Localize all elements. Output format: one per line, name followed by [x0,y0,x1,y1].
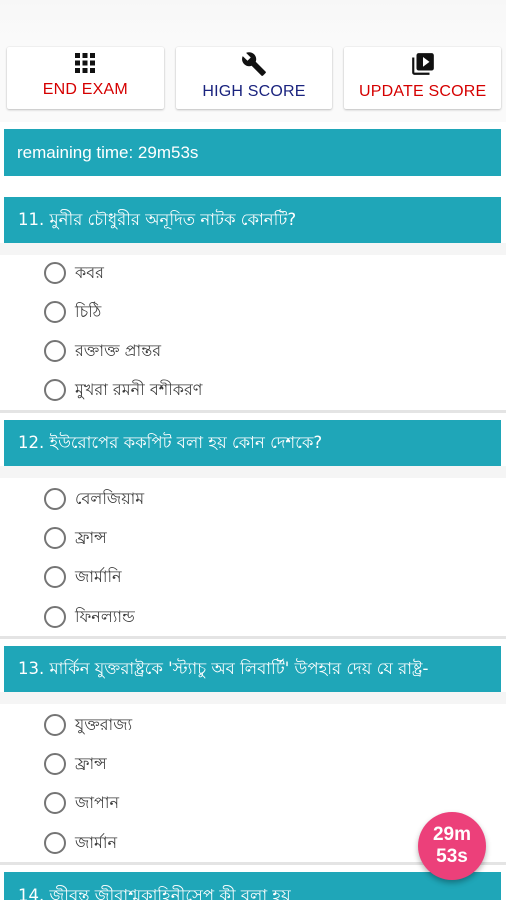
question-text: 13. মার্কিন যুক্তরাষ্ট্রকে 'স্ট্যাচু অব … [18,658,429,678]
radio-button[interactable] [44,792,66,814]
option-13-1[interactable]: যুক্তরাজ্য [44,711,132,739]
divider [0,410,506,413]
question-text: 12. ইউরোপের ককপিট বলা হয় কোন দেশকে? [18,432,323,452]
option-label: ফ্রান্স [75,527,107,547]
remaining-time-text: remaining time: 29m53s [17,142,199,162]
option-label: বেলজিয়াম [75,488,145,508]
option-label: ফ্রান্স [75,753,107,773]
question-gap [0,243,506,255]
radio-button[interactable] [44,301,66,323]
option-13-2[interactable]: ফ্রান্স [44,750,107,778]
option-11-4[interactable]: মুখরা রমনী বশীকরণ [44,376,202,404]
timer-seconds: 53s [436,846,468,867]
radio-button[interactable] [44,753,66,775]
option-label: রক্তাক্ত প্রান্তর [75,340,162,360]
toolbar: END EXAM HIGH SCORE UPDATE SCORE [7,47,502,109]
question-14: 14. জীবন্ত জীবাশ্মকাহিনীসেপ কী বলা হয় [4,872,501,900]
option-label: জার্মান [75,832,118,852]
option-11-1[interactable]: কবর [44,259,104,287]
radio-button[interactable] [44,379,66,401]
divider [0,636,506,639]
high-score-button[interactable]: HIGH SCORE [175,47,333,109]
timer-fab[interactable]: 29m 53s [418,812,486,880]
option-label: মুখরা রমনী বশীকরণ [75,379,203,399]
question-11: 11. মুনীর চৌধুরীর অনূদিত নাটক কোনটি? [4,197,501,243]
update-score-button[interactable]: UPDATE SCORE [344,47,502,109]
remaining-time-bar: remaining time: 29m53s [4,129,501,176]
wrench-icon [241,51,267,77]
radio-button[interactable] [44,527,66,549]
radio-button[interactable] [44,832,66,854]
question-text: 11. মুনীর চৌধুরীর অনূদিত নাটক কোনটি? [18,209,297,229]
question-gap [0,466,506,478]
option-12-1[interactable]: বেলজিয়াম [44,485,144,513]
option-11-2[interactable]: চিঠি [44,298,101,326]
grid-icon [73,51,97,75]
end-exam-label: END EXAM [42,81,128,98]
option-13-3[interactable]: জাপান [44,789,119,817]
option-11-3[interactable]: রক্তাক্ত প্রান্তর [44,337,161,365]
end-exam-button[interactable]: END EXAM [7,47,164,109]
radio-button[interactable] [44,566,66,588]
question-12: 12. ইউরোপের ককপিট বলা হয় কোন দেশকে? [4,420,501,466]
radio-button[interactable] [44,714,66,736]
option-label: ফিনল্যান্ড [75,606,135,626]
option-13-4[interactable]: জার্মান [44,829,117,857]
update-score-label: UPDATE SCORE [358,83,487,100]
high-score-label: HIGH SCORE [202,83,306,100]
option-12-4[interactable]: ফিনল্যান্ড [44,603,135,631]
question-13: 13. মার্কিন যুক্তরাষ্ট্রকে 'স্ট্যাচু অব … [4,646,501,692]
radio-button[interactable] [44,606,66,628]
option-label: জার্মানি [75,566,122,586]
option-label: জাপান [75,792,120,812]
option-label: যুক্তরাজ্য [75,714,133,734]
option-12-2[interactable]: ফ্রান্স [44,524,107,552]
option-label: কবর [75,262,104,282]
video-library-icon [410,51,436,77]
radio-button[interactable] [44,340,66,362]
option-12-3[interactable]: জার্মানি [44,563,122,591]
radio-button[interactable] [44,488,66,510]
question-gap [0,692,506,704]
radio-button[interactable] [44,262,66,284]
timer-minutes: 29m [432,824,472,845]
question-text: 14. জীবন্ত জীবাশ্মকাহিনীসেপ কী বলা হয় [18,886,291,900]
option-label: চিঠি [75,301,102,321]
